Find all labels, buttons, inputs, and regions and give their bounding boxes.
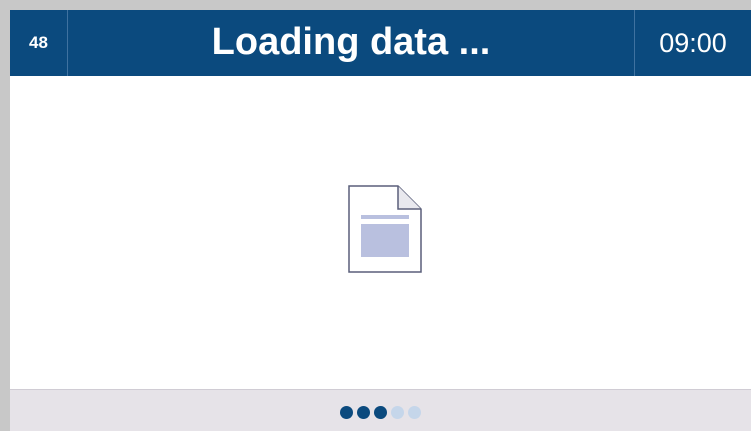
device-screen: 48 Loading data ... 09:00 bbox=[10, 10, 751, 431]
document-icon bbox=[348, 185, 422, 273]
progress-dot-active bbox=[357, 405, 370, 419]
footer-bar bbox=[10, 389, 751, 431]
header-counter: 48 bbox=[10, 10, 68, 76]
header-bar: 48 Loading data ... 09:00 bbox=[10, 10, 751, 76]
page-title: Loading data ... bbox=[211, 21, 491, 63]
progress-dot-inactive bbox=[408, 405, 421, 419]
progress-dots bbox=[10, 390, 751, 431]
progress-dot-inactive bbox=[391, 405, 404, 419]
main-content bbox=[10, 76, 751, 389]
progress-dot-active bbox=[340, 405, 353, 419]
progress-dot-active bbox=[374, 405, 387, 419]
clock-time: 09:00 bbox=[634, 10, 751, 76]
